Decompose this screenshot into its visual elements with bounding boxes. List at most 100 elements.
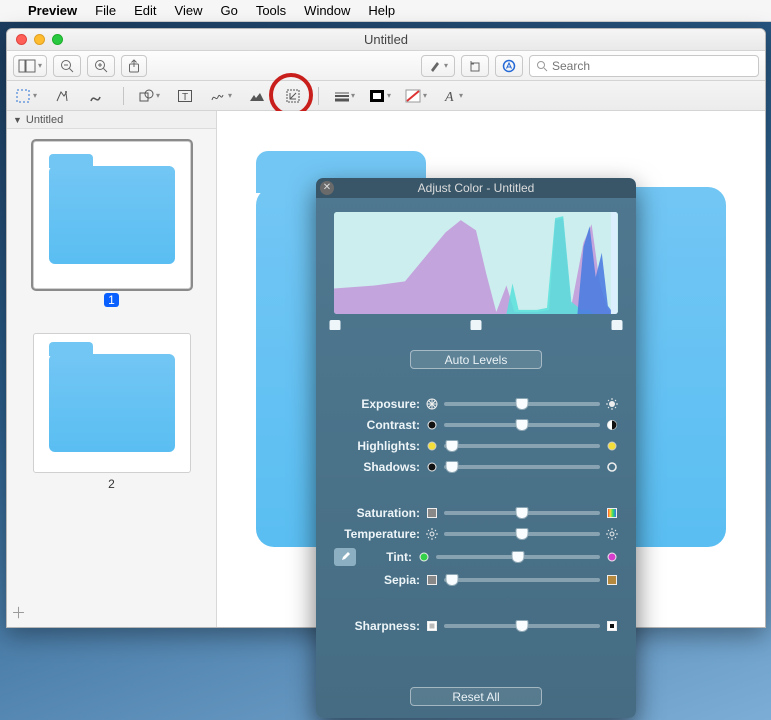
view-mode-button[interactable]: ▾ [13, 55, 47, 77]
window-title: Untitled [7, 32, 765, 47]
levels-slider[interactable] [335, 320, 617, 334]
eyedropper-button[interactable] [334, 548, 356, 566]
dot-yellow-icon [606, 440, 618, 452]
adjust-size-icon[interactable] [282, 85, 304, 107]
slider-thumb[interactable] [445, 574, 458, 586]
thumbnail-2[interactable] [33, 333, 191, 473]
menu-edit[interactable]: Edit [134, 3, 156, 18]
menu-help[interactable]: Help [368, 3, 395, 18]
share-button[interactable] [121, 55, 147, 77]
slider-track[interactable] [444, 532, 600, 536]
search-input[interactable] [552, 59, 752, 73]
slider-track[interactable] [444, 578, 600, 582]
sun-filled-icon [606, 398, 618, 410]
menu-window[interactable]: Window [304, 3, 350, 18]
slider-label: Saturation: [334, 506, 420, 520]
line-style-icon[interactable]: ▾ [333, 85, 355, 107]
menu-tools[interactable]: Tools [256, 3, 286, 18]
slider-track[interactable] [444, 511, 600, 515]
half-circle-icon [606, 419, 618, 431]
sun-small-icon [426, 528, 438, 540]
rotate-button[interactable] [461, 55, 489, 77]
zoom-in-button[interactable] [87, 55, 115, 77]
chevron-down-icon: ▾ [38, 61, 42, 70]
selection-tool-icon[interactable]: ▾ [15, 85, 37, 107]
slider-label: Shadows: [334, 460, 420, 474]
slider-highlights: Highlights: [334, 439, 618, 453]
sign-icon[interactable]: ▾ [210, 85, 232, 107]
macos-menubar: Preview File Edit View Go Tools Window H… [0, 0, 771, 22]
menu-file[interactable]: File [95, 3, 116, 18]
slider-track[interactable] [444, 465, 600, 469]
slider-sharpness: Sharpness: [334, 619, 618, 633]
slider-shadows: Shadows: [334, 460, 618, 474]
sketch-icon[interactable] [87, 85, 109, 107]
slider-label: Sepia: [334, 573, 420, 587]
search-field[interactable] [529, 55, 759, 77]
slider-track[interactable] [444, 402, 600, 406]
slider-sepia: Sepia: [334, 573, 618, 587]
add-page-button[interactable]: ＋ [11, 602, 26, 623]
slider-label: Sharpness: [334, 619, 420, 633]
fill-color-icon[interactable]: ▾ [405, 85, 427, 107]
sidebar-header[interactable]: ▼ Untitled [7, 111, 216, 129]
slider-thumb[interactable] [445, 461, 458, 473]
slider-thumb[interactable] [516, 507, 529, 519]
auto-levels-button[interactable]: Auto Levels [410, 350, 542, 369]
slider-label: Highlights: [334, 439, 420, 453]
slider-track[interactable] [444, 624, 600, 628]
slider-label: Temperature: [334, 527, 420, 541]
slider-thumb[interactable] [516, 398, 529, 410]
zoom-out-button[interactable] [53, 55, 81, 77]
slider-label: Exposure: [334, 397, 420, 411]
folder-icon [49, 354, 175, 452]
slider-thumb[interactable] [516, 419, 529, 431]
markup-button[interactable] [495, 55, 523, 77]
app-name[interactable]: Preview [28, 3, 77, 18]
slider-label: Tint: [364, 550, 412, 564]
levels-mid-point[interactable] [471, 320, 482, 330]
shapes-icon[interactable]: ▾ [138, 85, 160, 107]
window-titlebar: Untitled [7, 29, 765, 51]
border-color-icon[interactable]: ▾ [369, 85, 391, 107]
thumbnail-2-label: 2 [31, 477, 192, 491]
main-toolbar: ▾ ▾ [7, 51, 765, 81]
slider-thumb[interactable] [512, 551, 525, 563]
aperture-icon [426, 398, 438, 410]
panel-close-button[interactable]: ✕ [320, 181, 334, 195]
chevron-down-icon: ▾ [444, 61, 448, 70]
sq-rainbow-icon [606, 507, 618, 519]
levels-white-point[interactable] [612, 320, 623, 330]
slider-thumb[interactable] [516, 620, 529, 632]
slider-track[interactable] [436, 555, 600, 559]
dot-filled-icon [426, 461, 438, 473]
highlight-button[interactable]: ▾ [421, 55, 455, 77]
text-icon[interactable]: T [174, 85, 196, 107]
sidebar-title: Untitled [26, 114, 63, 126]
markup-toolbar: ▾ ▾ T ▾ ▾ ▾ ▾ [7, 81, 765, 111]
sun-small-icon [606, 528, 618, 540]
levels-black-point[interactable] [330, 320, 341, 330]
search-icon [536, 60, 548, 72]
panel-titlebar[interactable]: ✕ Adjust Color - Untitled [316, 178, 636, 198]
thumbnail-1[interactable] [33, 141, 191, 289]
slider-thumb[interactable] [445, 440, 458, 452]
sq-gray-icon [426, 574, 438, 586]
disclosure-triangle-icon[interactable]: ▼ [13, 115, 22, 125]
panel-title-text: Adjust Color - Untitled [418, 181, 535, 195]
instant-alpha-icon[interactable] [51, 85, 73, 107]
ring-icon [606, 461, 618, 473]
thumbnail-1-label: 1 [31, 293, 192, 307]
slider-contrast: Contrast: [334, 418, 618, 432]
text-style-icon[interactable]: A▾ [441, 85, 463, 107]
menu-go[interactable]: Go [220, 3, 237, 18]
menu-view[interactable]: View [175, 3, 203, 18]
sq-sepia-icon [606, 574, 618, 586]
dot-filled-icon [426, 419, 438, 431]
reset-all-button[interactable]: Reset All [410, 687, 542, 706]
slider-track[interactable] [444, 423, 600, 427]
slider-track[interactable] [444, 444, 600, 448]
sq-sharp-icon [606, 620, 618, 632]
slider-thumb[interactable] [516, 528, 529, 540]
adjust-color-icon[interactable] [246, 85, 268, 107]
